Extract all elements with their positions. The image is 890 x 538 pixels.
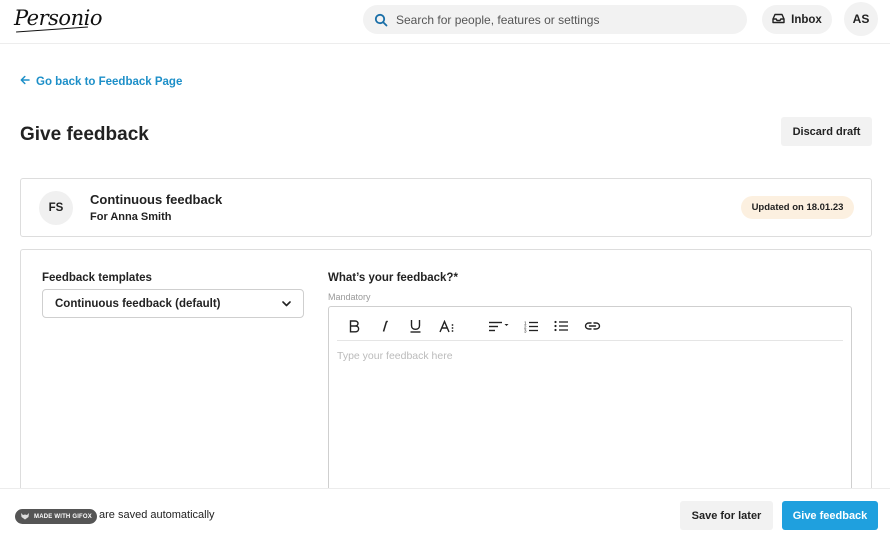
link-icon[interactable] bbox=[583, 317, 601, 335]
gifox-badge: MADE WITH GIFOX bbox=[15, 509, 97, 524]
back-link-label: Go back to Feedback Page bbox=[36, 75, 183, 88]
svg-text:3: 3 bbox=[524, 328, 527, 333]
fox-icon bbox=[20, 512, 30, 522]
feedback-recipient: For Anna Smith bbox=[90, 211, 172, 223]
discard-draft-button[interactable]: Discard draft bbox=[781, 117, 872, 146]
back-to-feedback-link[interactable]: Go back to Feedback Page bbox=[20, 75, 182, 88]
search-bar[interactable] bbox=[363, 5, 747, 34]
feedback-label: What’s your feedback?* bbox=[328, 272, 458, 284]
feedback-avatar: FS bbox=[39, 191, 73, 225]
autosave-text: are saved automatically bbox=[99, 509, 215, 521]
footer-bar: MADE WITH GIFOX are saved automatically … bbox=[0, 488, 890, 538]
inbox-label: Inbox bbox=[791, 13, 822, 26]
page-title: Give feedback bbox=[20, 124, 149, 145]
chevron-down-icon bbox=[282, 298, 291, 310]
bold-icon[interactable] bbox=[347, 317, 361, 335]
bullet-list-icon[interactable] bbox=[553, 317, 569, 335]
editor-placeholder: Type your feedback here bbox=[337, 350, 453, 362]
mandatory-hint: Mandatory bbox=[328, 292, 371, 302]
give-feedback-button[interactable]: Give feedback bbox=[782, 501, 878, 530]
template-selected-value: Continuous feedback (default) bbox=[55, 297, 221, 310]
arrow-left-icon bbox=[20, 75, 30, 88]
inbox-icon bbox=[772, 13, 785, 27]
editor-toolbar: 123 bbox=[337, 313, 843, 341]
gifox-badge-label: MADE WITH GIFOX bbox=[34, 513, 92, 520]
top-bar: Personio Inbox AS bbox=[0, 0, 890, 44]
save-for-later-button[interactable]: Save for later bbox=[680, 501, 773, 530]
inbox-button[interactable]: Inbox bbox=[762, 5, 832, 34]
search-icon bbox=[374, 13, 388, 27]
text-size-icon[interactable] bbox=[438, 317, 456, 335]
feedback-info-card: FS Continuous feedback For Anna Smith Up… bbox=[20, 178, 872, 237]
underline-icon[interactable] bbox=[407, 317, 423, 335]
align-icon[interactable] bbox=[487, 317, 511, 335]
personio-logo[interactable]: Personio bbox=[14, 6, 102, 30]
templates-label: Feedback templates bbox=[42, 272, 152, 284]
user-avatar[interactable]: AS bbox=[844, 2, 878, 36]
feedback-form-card: Feedback templates Continuous feedback (… bbox=[20, 249, 872, 509]
ordered-list-icon[interactable]: 123 bbox=[523, 317, 539, 335]
search-input[interactable] bbox=[396, 12, 726, 27]
updated-badge: Updated on 18.01.23 bbox=[741, 196, 854, 219]
template-select[interactable]: Continuous feedback (default) bbox=[42, 289, 304, 318]
italic-icon[interactable] bbox=[378, 317, 392, 335]
feedback-type-title: Continuous feedback bbox=[90, 192, 223, 207]
feedback-editor[interactable]: 123 Type your feedback here bbox=[328, 306, 852, 506]
